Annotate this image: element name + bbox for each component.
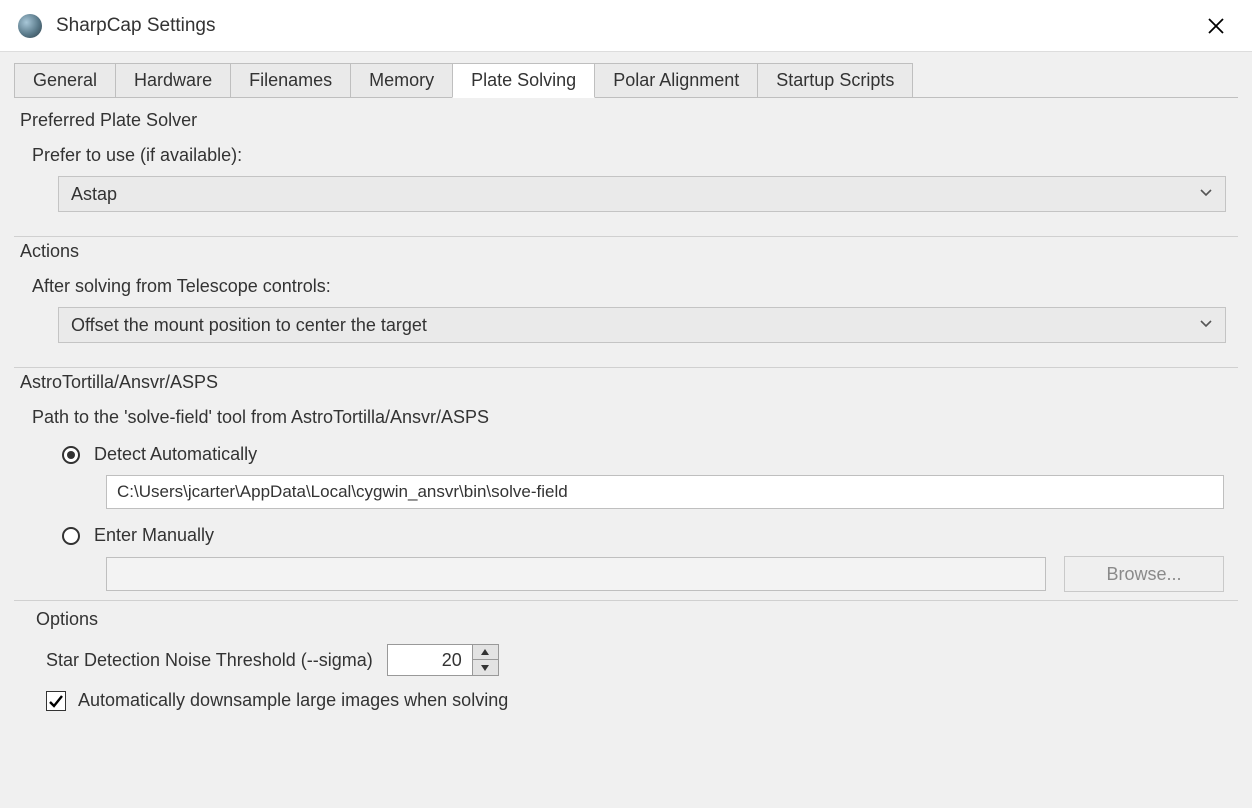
browse-button[interactable]: Browse... [1064,556,1224,592]
radio-row-detect: Detect Automatically [14,438,1238,471]
tab-hardware[interactable]: Hardware [115,63,231,98]
sigma-spinner[interactable]: 20 [387,644,499,676]
group-label-actions: Actions [14,241,1238,270]
group-preferred-solver: Preferred Plate Solver Prefer to use (if… [14,102,1238,228]
detected-path-field[interactable]: C:\Users\jcarter\AppData\Local\cygwin_an… [106,475,1224,509]
tab-memory[interactable]: Memory [350,63,453,98]
label-prefer-to-use: Prefer to use (if available): [14,139,1238,176]
close-icon [1207,17,1225,35]
radio-detect-automatically[interactable] [62,446,80,464]
sigma-spin-down[interactable] [473,660,498,675]
label-solve-field-path: Path to the 'solve-field' tool from Astr… [14,401,1238,438]
titlebar: SharpCap Settings [0,0,1252,52]
chevron-down-icon [1199,315,1213,335]
app-icon [18,14,42,38]
tab-plate-solving[interactable]: Plate Solving [452,63,595,98]
label-sigma: Star Detection Noise Threshold (--sigma) [46,650,373,671]
chevron-down-icon [1199,184,1213,204]
row-downsample: Automatically downsample large images wh… [14,682,1238,717]
after-solve-combo-value: Offset the mount position to center the … [71,315,1199,336]
radio-label-manual: Enter Manually [94,525,214,546]
manual-path-row: Browse... [106,556,1224,592]
check-icon [48,693,64,709]
radio-enter-manually[interactable] [62,527,80,545]
solver-combo-value: Astap [71,184,1199,205]
settings-window: SharpCap Settings General Hardware Filen… [0,0,1252,808]
sigma-spin-buttons [472,645,498,675]
label-after-solving: After solving from Telescope controls: [14,270,1238,307]
label-downsample: Automatically downsample large images wh… [78,690,508,711]
group-actions: Actions After solving from Telescope con… [14,236,1238,359]
manual-path-field[interactable] [106,557,1046,591]
after-solve-combo[interactable]: Offset the mount position to center the … [58,307,1226,343]
group-options: Options Star Detection Noise Threshold (… [14,600,1238,717]
tab-content: Preferred Plate Solver Prefer to use (if… [0,98,1252,808]
close-button[interactable] [1196,6,1236,46]
caret-down-icon [480,664,490,672]
tab-filenames[interactable]: Filenames [230,63,351,98]
tab-general[interactable]: General [14,63,116,98]
row-sigma: Star Detection Noise Threshold (--sigma)… [14,638,1238,682]
tab-startup-scripts[interactable]: Startup Scripts [757,63,913,98]
solver-combo[interactable]: Astap [58,176,1226,212]
detected-path-value: C:\Users\jcarter\AppData\Local\cygwin_an… [117,482,568,502]
group-label-astro: AstroTortilla/Ansvr/ASPS [14,372,1238,401]
checkbox-downsample[interactable] [46,691,66,711]
sigma-spin-up[interactable] [473,645,498,660]
radio-label-detect: Detect Automatically [94,444,257,465]
group-astro: AstroTortilla/Ansvr/ASPS Path to the 'so… [14,367,1238,733]
group-label-options: Options [14,609,1238,638]
radio-row-manual: Enter Manually [14,519,1238,552]
window-title: SharpCap Settings [56,15,1196,37]
tab-bar: General Hardware Filenames Memory Plate … [0,52,1252,98]
caret-up-icon [480,648,490,656]
sigma-value: 20 [388,645,472,675]
tab-polar-alignment[interactable]: Polar Alignment [594,63,758,98]
group-label-preferred: Preferred Plate Solver [14,110,1238,139]
